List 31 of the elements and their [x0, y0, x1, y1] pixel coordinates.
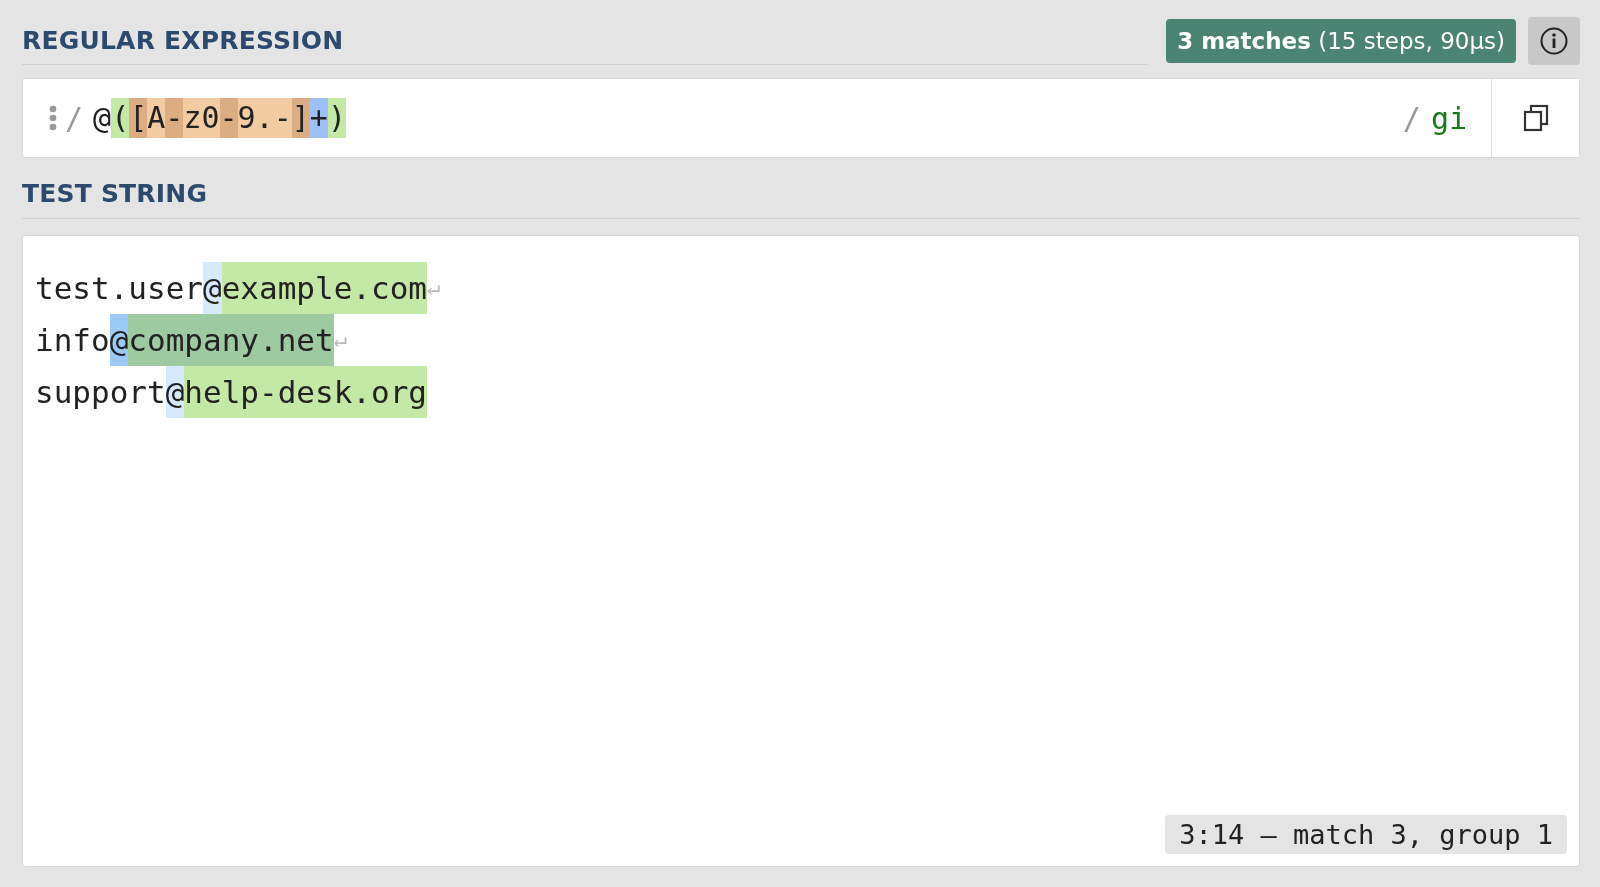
- copy-button[interactable]: [1491, 79, 1579, 157]
- regex-delimiter: /: [65, 100, 84, 136]
- regex-token: -: [165, 98, 184, 138]
- test-string-field[interactable]: test.user@example.com↵ info@company.net↵ support@help-desk.org 3:14 — match 3, group 1: [22, 235, 1580, 867]
- regex-flags[interactable]: gi: [1430, 100, 1467, 136]
- regex-field[interactable]: / @([A-z0-9.-]+) / gi: [22, 78, 1580, 158]
- info-icon: [1539, 26, 1569, 56]
- match-badge: 3 matches (15 steps, 90µs): [1166, 19, 1516, 63]
- newline-marker: ↵: [333, 326, 347, 354]
- group-highlight: help-desk.org: [184, 366, 427, 418]
- match-highlight: @: [203, 262, 222, 314]
- newline-marker: ↵: [426, 274, 441, 300]
- match-highlight: @: [109, 314, 129, 366]
- info-button[interactable]: [1528, 17, 1580, 65]
- test-text: info: [35, 321, 110, 360]
- regex-token: z0: [183, 98, 220, 138]
- regex-token: 9.-: [237, 98, 292, 138]
- group-highlight: example.com: [221, 262, 427, 314]
- match-tooltip: 3:14 — match 3, group 1: [1165, 815, 1567, 854]
- regex-token: @: [93, 99, 112, 137]
- test-text: test.user: [35, 269, 203, 308]
- regex-token: (: [111, 98, 130, 138]
- drag-handle-icon[interactable]: [49, 105, 57, 131]
- match-highlight: @: [165, 366, 185, 418]
- regex-delimiter: /: [1402, 100, 1421, 136]
- section-heading: TEST STRING: [22, 178, 208, 208]
- section-heading: REGULAR EXPRESSION: [22, 26, 344, 55]
- group-highlight: company.net: [128, 314, 334, 366]
- regex-token: [: [129, 98, 148, 138]
- test-text: support: [35, 373, 166, 412]
- regex-token: A: [147, 98, 166, 138]
